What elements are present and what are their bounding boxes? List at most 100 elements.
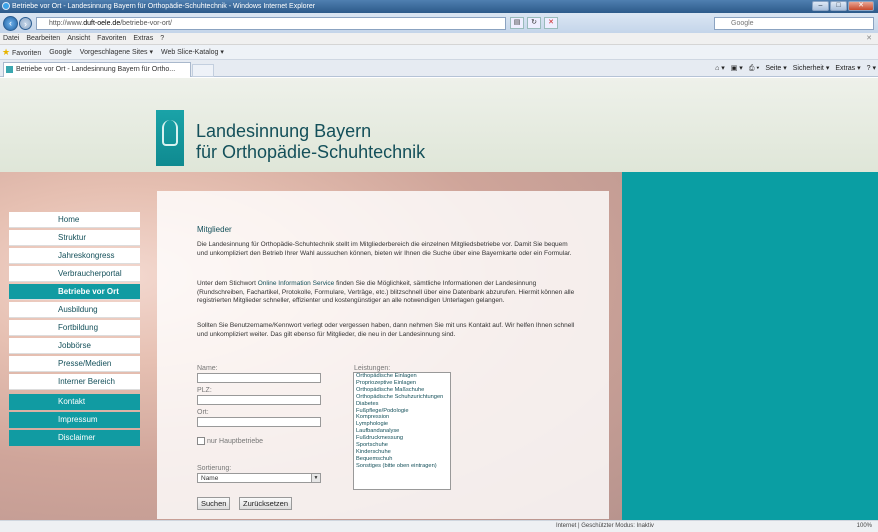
sort-select[interactable]: Name ▼ bbox=[197, 473, 321, 483]
minimize-button[interactable]: – bbox=[812, 1, 829, 11]
tab-label: Betriebe vor Ort - Landesinnung Bayern f… bbox=[16, 66, 176, 73]
web-page: Landesinnung Bayern für Orthopädie-Schuh… bbox=[0, 78, 878, 520]
favorites-button[interactable]: ★ Favoriten bbox=[2, 45, 41, 59]
nav-item-fortbildung[interactable]: Fortbildung bbox=[9, 320, 140, 336]
leistung-option[interactable]: Bequemschuh bbox=[354, 456, 450, 463]
nav-item-presse[interactable]: Presse/Medien bbox=[9, 356, 140, 372]
favorite-google[interactable]: Google bbox=[49, 45, 72, 59]
leistung-option[interactable]: Orthopädische Schuhzurichtungen bbox=[354, 394, 450, 401]
maximize-button[interactable]: □ bbox=[830, 1, 847, 11]
nav-item-struktur[interactable]: Struktur bbox=[9, 230, 140, 246]
menu-favoriten[interactable]: Favoriten bbox=[97, 33, 126, 44]
site-header: Landesinnung Bayern für Orthopädie-Schuh… bbox=[0, 78, 878, 172]
teal-panel bbox=[622, 172, 878, 520]
close-menu-icon[interactable]: ✕ bbox=[866, 33, 872, 44]
name-field[interactable] bbox=[197, 373, 321, 383]
favorite-suggested[interactable]: Vorgeschlagene Sites ▾ bbox=[80, 45, 153, 59]
nav-item-jahreskongress[interactable]: Jahreskongress bbox=[9, 248, 140, 264]
leistung-option[interactable]: Propriozeptive Einlagen bbox=[354, 380, 450, 387]
search-input[interactable]: Google bbox=[714, 17, 874, 30]
intro-paragraph: Die Landesinnung für Orthopädie-Schuhtec… bbox=[197, 241, 572, 257]
chevron-down-icon[interactable]: ▼ bbox=[311, 474, 320, 482]
cmd-extras[interactable]: Extras ▾ bbox=[835, 62, 860, 75]
leistung-option[interactable]: Sonstiges (bitte oben eintragen) bbox=[354, 463, 450, 470]
cmd-seite[interactable]: Seite ▾ bbox=[765, 62, 786, 75]
help-icon[interactable]: ? ▾ bbox=[867, 62, 876, 75]
address-tools: ▤ ↻ ✕ bbox=[510, 17, 558, 29]
leistung-option[interactable]: Lymphologie bbox=[354, 421, 450, 428]
close-button[interactable]: ✕ bbox=[848, 1, 874, 11]
favicon-icon bbox=[6, 66, 13, 73]
menu-help[interactable]: ? bbox=[160, 33, 164, 44]
menu-bar: Datei Bearbeiten Ansicht Favoriten Extra… bbox=[0, 33, 878, 45]
title-bar: Betriebe vor Ort - Landesinnung Bayern f… bbox=[0, 0, 878, 13]
nav-item-betriebe-vor-ort[interactable]: Betriebe vor Ort bbox=[9, 284, 140, 300]
main-navigation: Home Struktur Jahreskongress Verbraucher… bbox=[9, 212, 140, 392]
nav-item-ausbildung[interactable]: Ausbildung bbox=[9, 302, 140, 318]
print-icon[interactable]: ⎙ ▾ bbox=[749, 62, 760, 75]
leistungen-label: Leistungen: bbox=[354, 365, 391, 372]
ort-label: Ort: bbox=[197, 409, 209, 416]
address-row: ‹ › http://www.duft-oele.de/betriebe-vor… bbox=[0, 13, 878, 33]
home-icon[interactable]: ⌂ ▾ bbox=[715, 62, 725, 75]
secondary-navigation: Kontakt Impressum Disclaimer bbox=[9, 394, 140, 448]
address-path: /betriebe-vor-ort/ bbox=[120, 20, 172, 27]
ort-field[interactable] bbox=[197, 417, 321, 427]
plz-field[interactable] bbox=[197, 395, 321, 405]
zoom-level[interactable]: 100% bbox=[857, 521, 872, 532]
window-title: Betriebe vor Ort - Landesinnung Bayern f… bbox=[12, 3, 316, 10]
address-bar[interactable]: http://www.duft-oele.de/betriebe-vor-ort… bbox=[36, 17, 506, 30]
leistung-option[interactable]: Fußdruckmessung bbox=[354, 435, 450, 442]
hauptbetriebe-checkbox[interactable]: nur Hauptbetriebe bbox=[197, 437, 263, 445]
stop-icon[interactable]: ✕ bbox=[544, 17, 558, 29]
menu-extras[interactable]: Extras bbox=[133, 33, 153, 44]
compat-icon[interactable]: ▤ bbox=[510, 17, 524, 29]
leistung-option[interactable]: Kompression bbox=[354, 414, 450, 421]
nav-item-kontakt[interactable]: Kontakt bbox=[9, 394, 140, 410]
checkbox-box[interactable] bbox=[197, 437, 205, 445]
menu-datei[interactable]: Datei bbox=[3, 33, 19, 44]
page-title: Mitglieder bbox=[197, 225, 232, 234]
favorite-webslice[interactable]: Web Slice-Katalog ▾ bbox=[161, 45, 224, 59]
status-bar: Internet | Geschützter Modus: Inaktiv 10… bbox=[0, 520, 878, 532]
leistung-option[interactable]: Orthopädische Einlagen bbox=[354, 373, 450, 380]
nav-item-verbraucherportal[interactable]: Verbraucherportal bbox=[9, 266, 140, 282]
forward-icon[interactable]: › bbox=[19, 17, 32, 30]
leistung-option[interactable]: Laufbandanalyse bbox=[354, 428, 450, 435]
content-panel: Mitglieder Die Landesinnung für Orthopäd… bbox=[157, 191, 609, 519]
info-text-before: Unter dem Stichwort bbox=[197, 280, 258, 287]
leistung-option[interactable]: Fußpflege/Podologie bbox=[354, 408, 450, 415]
nav-item-jobboerse[interactable]: Jobbörse bbox=[9, 338, 140, 354]
menu-ansicht[interactable]: Ansicht bbox=[67, 33, 90, 44]
reset-button[interactable]: Zurücksetzen bbox=[239, 497, 293, 510]
leistung-option[interactable]: Orthopädische Maßschuhe bbox=[354, 387, 450, 394]
logo-icon[interactable] bbox=[156, 110, 184, 166]
info-paragraph: Unter dem Stichwort Online Information S… bbox=[197, 280, 577, 306]
tab-active[interactable]: Betriebe vor Ort - Landesinnung Bayern f… bbox=[3, 62, 191, 77]
search-button[interactable]: Suchen bbox=[197, 497, 231, 510]
brand-line-1: Landesinnung Bayern bbox=[196, 121, 372, 141]
leistung-option[interactable]: Kinderschuhe bbox=[354, 449, 450, 456]
checkbox-label: nur Hauptbetriebe bbox=[207, 437, 264, 445]
contact-paragraph: Sollten Sie Benutzername/Kennwort verleg… bbox=[197, 322, 575, 338]
favorites-bar: ★ Favoriten Google Vorgeschlagene Sites … bbox=[0, 45, 878, 60]
leistung-option[interactable]: Diabetes bbox=[354, 401, 450, 408]
security-zone: Internet | Geschützter Modus: Inaktiv bbox=[556, 523, 654, 529]
leistung-option[interactable]: Sportschuhe bbox=[354, 442, 450, 449]
ie-icon bbox=[2, 2, 10, 10]
back-icon[interactable]: ‹ bbox=[3, 16, 18, 31]
nav-item-disclaimer[interactable]: Disclaimer bbox=[9, 430, 140, 446]
sort-label: Sortierung: bbox=[197, 465, 232, 472]
leistungen-listbox[interactable]: Orthopädische Einlagen Propriozeptive Ei… bbox=[353, 372, 451, 490]
cmd-sicherheit[interactable]: Sicherheit ▾ bbox=[793, 62, 830, 75]
online-info-link[interactable]: Online Information Service bbox=[258, 280, 335, 287]
address-prefix: http://www. bbox=[49, 20, 84, 27]
address-host: duft-oele.de bbox=[83, 20, 121, 27]
nav-item-home[interactable]: Home bbox=[9, 212, 140, 228]
nav-item-interner-bereich[interactable]: Interner Bereich bbox=[9, 374, 140, 390]
new-tab-button[interactable] bbox=[192, 64, 214, 77]
refresh-icon[interactable]: ↻ bbox=[527, 17, 541, 29]
feeds-icon[interactable]: ▣ ▾ bbox=[731, 62, 743, 75]
menu-bearbeiten[interactable]: Bearbeiten bbox=[26, 33, 60, 44]
nav-item-impressum[interactable]: Impressum bbox=[9, 412, 140, 428]
